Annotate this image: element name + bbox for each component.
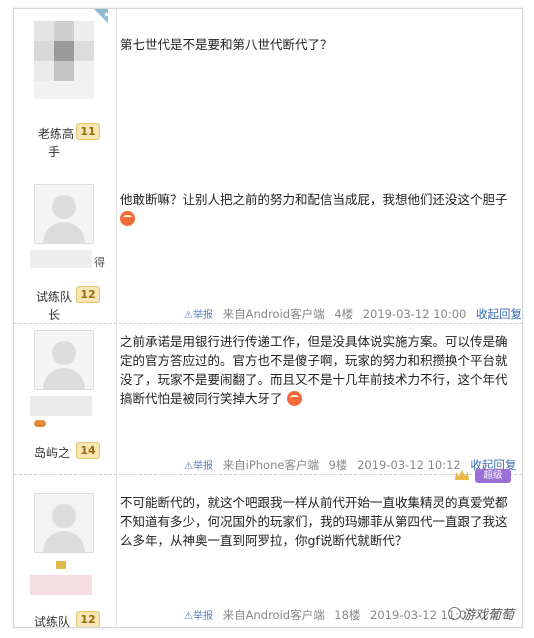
level-badge: 12 [76, 611, 100, 627]
reply-meta: ⚠举报 来自Android客户端 4楼 2019-03-12 10:00 收起回… [184, 306, 522, 322]
separator [14, 474, 522, 475]
level-badge: 14 [76, 442, 100, 459]
user-rank: 试练队 [34, 615, 71, 628]
username-blurred[interactable] [30, 396, 92, 416]
avatar[interactable] [34, 184, 94, 244]
user-rank-line2: 长 [48, 308, 61, 322]
star-icon: ★ [103, 10, 111, 19]
username-blurred[interactable] [30, 250, 92, 268]
user-rank-line2: 手 [48, 145, 61, 159]
username-suffix: 得 [94, 256, 105, 269]
floor-number: 9楼 [328, 458, 348, 472]
reply-content: 他敢断嘛？让别人把之前的努力和配信当成屁，我想他们还没这个胆子 [120, 190, 510, 228]
wechat-icon [448, 607, 461, 620]
post-time: 2019-03-12 10:12 [357, 458, 461, 472]
report-link[interactable]: ⚠举报 [184, 310, 213, 321]
avatar-blurred[interactable] [34, 21, 94, 101]
gamepad-icon [34, 420, 46, 427]
level-badge: 11 [76, 123, 100, 140]
reply-text: 之前承诺是用银行进行传递工作，但是没具体说实施方案。可以传是确定的官方答应过的。… [120, 334, 508, 406]
emoji-icon [286, 391, 302, 406]
column-divider [116, 9, 117, 627]
level-badge: 12 [76, 286, 100, 303]
report-link[interactable]: ⚠举报 [184, 611, 213, 622]
username-blurred[interactable] [30, 575, 92, 595]
report-link[interactable]: ⚠举报 [184, 461, 213, 472]
post-time: 2019-03-12 10:00 [362, 307, 467, 321]
collapse-replies-link[interactable]: 收起回复 [476, 307, 522, 321]
reply-content: 不可能断代的，就这个吧跟我一样从前代开始一直收集精灵的真爱党都不知道有多少，何况… [120, 495, 508, 548]
crown-icon [455, 470, 469, 480]
user-rank: 岛屿之 [34, 446, 71, 460]
client-source: 来自iPhone客户端 [222, 458, 319, 472]
reply-content: 第七世代是不是要和第八世代断代了？ [120, 37, 333, 52]
user-rank: 老练高 [38, 127, 75, 141]
reply-content: 之前承诺是用银行进行传递工作，但是没具体说实施方案。可以传是确定的官方答应过的。… [120, 332, 510, 408]
watermark: 游戏葡萄 [462, 608, 515, 623]
user-rank: 试练队 [36, 290, 73, 304]
vip-badge: 超级 [475, 469, 511, 483]
separator [14, 323, 522, 324]
emoji-icon [120, 211, 135, 226]
floor-number: 18楼 [334, 608, 361, 622]
reply-meta: ⚠举报 来自Android客户端 18楼 2019-03-12 11:0 [184, 607, 466, 623]
crown-small-icon [56, 561, 66, 569]
reply-thread: ★ 老练高 11 手 第七世代是不是要和第八世代断代了？ 得 试练队 12 长 [13, 8, 523, 628]
client-source: 来自Android客户端 [222, 307, 325, 321]
avatar[interactable] [34, 493, 94, 553]
reply-text: 他敢断嘛？让别人把之前的努力和配信当成屁，我想他们还没这个胆子 [120, 192, 508, 207]
floor-number: 4楼 [334, 307, 354, 321]
avatar[interactable] [34, 330, 94, 390]
client-source: 来自Android客户端 [222, 608, 325, 622]
